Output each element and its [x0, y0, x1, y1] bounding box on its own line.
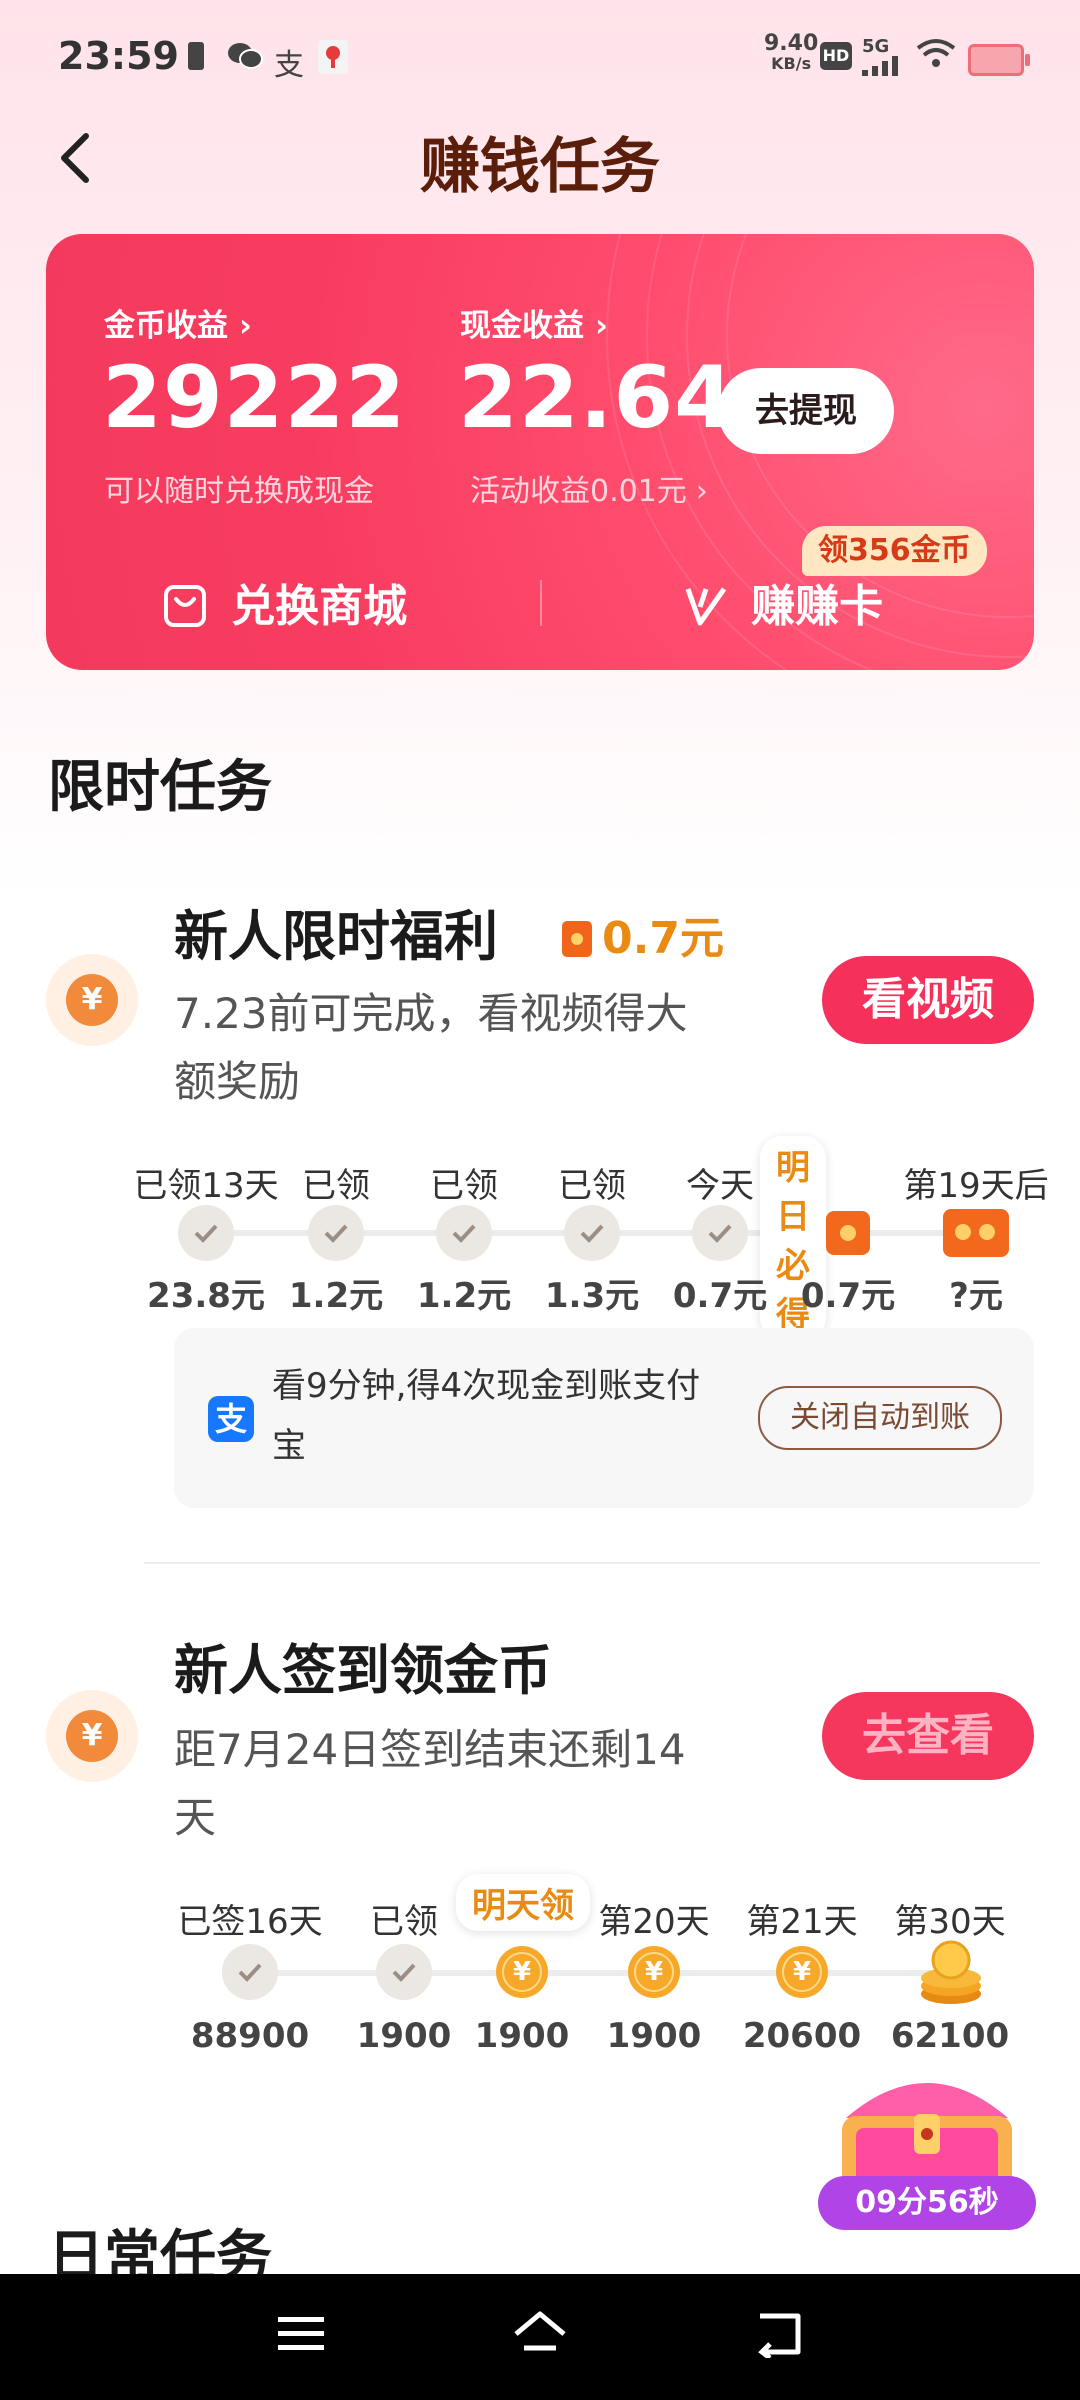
coin-earnings-value: 29222 [102, 348, 407, 448]
task-icon: ¥ [46, 1690, 138, 1782]
cash-earnings-value: 22.64 [458, 348, 736, 448]
check-icon [178, 1205, 234, 1261]
view-button[interactable]: 去查看 [822, 1692, 1034, 1780]
check-icon [308, 1205, 364, 1261]
coin-earnings-link[interactable]: 金币收益 › [104, 300, 252, 345]
watch-video-button[interactable]: 看视频 [822, 956, 1034, 1044]
chevron-right-icon: › [595, 308, 608, 344]
home-icon [514, 2311, 566, 2351]
wechat-icon [226, 40, 264, 76]
progress-track [250, 1970, 950, 1976]
step-label: 已领13天 [133, 1166, 279, 1206]
status-time: 23:59 [58, 34, 179, 78]
wifi-icon [916, 38, 956, 74]
step-value: 20600 [742, 2016, 862, 2056]
alipay-icon: 支 [274, 48, 304, 83]
double-red-packet-icon [943, 1209, 1009, 1257]
alipay-auto-transfer-box: 支 看9分钟,得4次现金到账支付 宝 关闭自动到账 [174, 1328, 1034, 1508]
step-label: 已领 [430, 1166, 498, 1206]
task-description: 距7月24日签到结束还剩14 天 [174, 1725, 686, 1842]
activity-earnings-link[interactable]: 活动收益0.01元 › [470, 466, 708, 510]
step-label: 第20天 [598, 1902, 710, 1942]
location-pin-icon [318, 40, 348, 78]
gold-coin-icon: ¥ [776, 1946, 828, 1998]
step-label: 已领 [370, 1902, 438, 1942]
coin-stack-icon [916, 1938, 986, 2012]
coin-earnings-sub: 可以随时兑换成现金 [104, 474, 374, 509]
yuan-coin-icon: ¥ [66, 1710, 118, 1762]
cash-earnings-label: 现金收益 [460, 308, 584, 344]
alipay-text: 看9分钟,得4次现金到账支付 宝 [272, 1366, 701, 1466]
step-label: 第21天 [746, 1902, 858, 1942]
red-packet-icon [562, 921, 592, 957]
section-title-limited: 限时任务 [48, 755, 272, 820]
network-speed: 9.40 KB/s [764, 31, 819, 74]
signal-icon: 5G [862, 36, 898, 76]
alipay-icon: 支 [208, 1396, 254, 1442]
task-icon: ¥ [46, 954, 138, 1046]
tomorrow-bubble: 明天领 [456, 1874, 590, 1931]
back-nav-button[interactable] [754, 2310, 806, 2362]
coin-earnings-label: 金币收益 [104, 308, 228, 344]
status-bar: 23:59 支 9.40 KB/s HD 5G [0, 0, 1080, 110]
divider [144, 1562, 1040, 1564]
exchange-mall-link[interactable]: 兑换商城 [162, 570, 407, 634]
step-label: 已签16天 [177, 1902, 323, 1942]
menu-button[interactable] [276, 2314, 326, 2358]
check-icon [564, 1205, 620, 1261]
gold-coin-icon: ¥ [628, 1946, 680, 1998]
red-packet-icon [826, 1211, 870, 1255]
step-label: 已领 [302, 1166, 370, 1206]
step-value: 23.8元 [147, 1276, 265, 1316]
close-auto-transfer-button[interactable]: 关闭自动到账 [758, 1386, 1002, 1450]
check-icon [436, 1205, 492, 1261]
step-label: 已领 [558, 1166, 626, 1206]
task-title: 新人签到领金币 [174, 1639, 552, 1702]
treasure-timer: 09分56秒 [818, 2176, 1036, 2230]
step-value: 1900 [606, 2016, 702, 2056]
step-label: 第30天 [894, 1902, 1006, 1942]
task-description: 7.23前可完成，看视频得大 额奖励 [174, 989, 688, 1106]
check-icon [692, 1205, 748, 1261]
task-title: 新人限时福利 [174, 905, 498, 968]
step-value: 1900 [474, 2016, 570, 2056]
home-button[interactable] [510, 2308, 570, 2364]
battery-small-icon [188, 42, 204, 70]
menu-icon [278, 2317, 324, 2350]
system-nav-bar [0, 2274, 1080, 2400]
yuan-coin-icon: ¥ [66, 974, 118, 1026]
card-divider [540, 580, 542, 626]
check-icon [376, 1944, 432, 2000]
coin-reward-tag: 领356金币 [802, 526, 987, 576]
cash-earnings-link[interactable]: 现金收益 › [460, 300, 608, 345]
back-arrow-icon [758, 2313, 801, 2360]
chevron-right-icon: › [695, 474, 708, 509]
chevron-right-icon: › [239, 308, 252, 344]
v-card-icon [685, 587, 727, 626]
hd-badge: HD [820, 42, 852, 70]
earnings-card: 金币收益 › 29222 可以随时兑换成现金 现金收益 › 22.64 活动收益… [46, 234, 1034, 670]
step-value: ?元 [949, 1276, 1003, 1316]
step-value: 62100 [890, 2016, 1010, 2056]
check-icon [222, 1944, 278, 2000]
withdraw-button[interactable]: 去提现 [718, 368, 894, 454]
step-label: 第19天后 [903, 1166, 1049, 1206]
task-reward: 0.7元 [562, 902, 724, 966]
bag-icon [164, 585, 206, 627]
step-value: 88900 [190, 2016, 310, 2056]
zhuanzhuan-card-link[interactable]: 赚赚卡 [684, 570, 883, 634]
page-title: 赚钱任务 [420, 132, 660, 202]
gold-coin-icon: ¥ [496, 1946, 548, 1998]
battery-icon [968, 44, 1030, 76]
